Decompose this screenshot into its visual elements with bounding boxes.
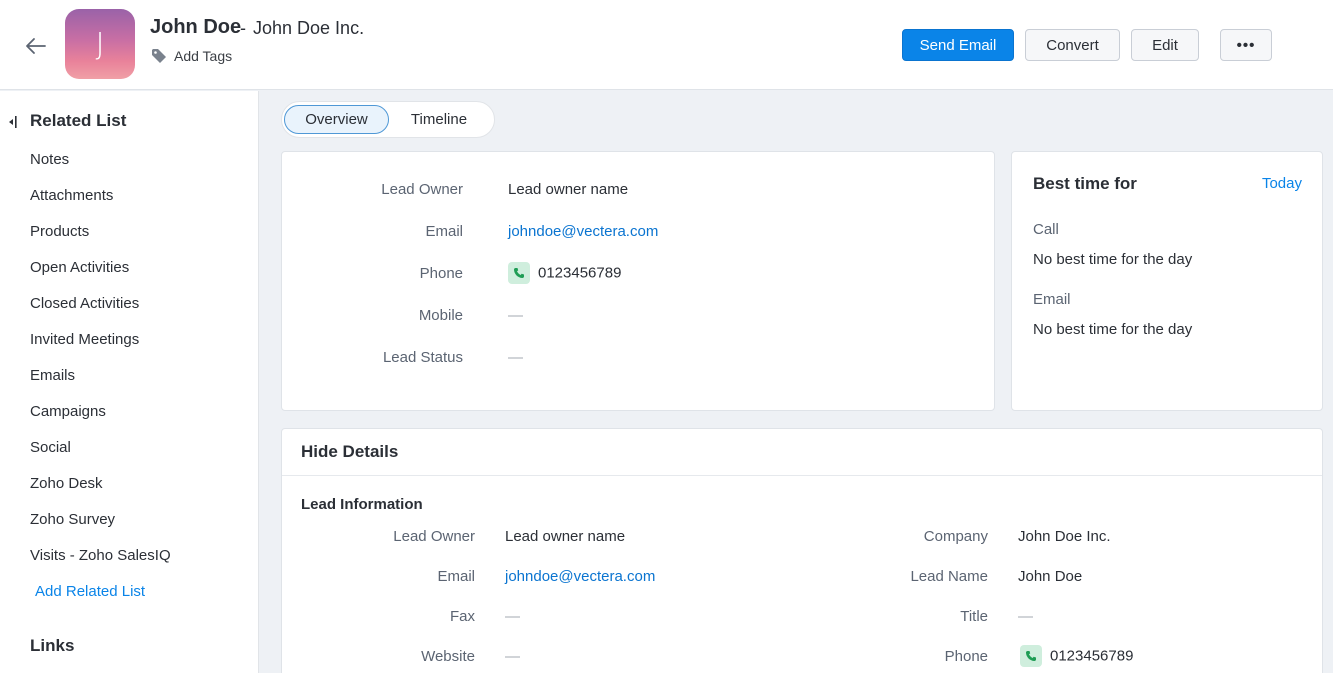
field-label: Lead Owner (393, 528, 475, 545)
related-list-item[interactable]: Emails (30, 366, 171, 402)
website-value: — (505, 648, 520, 665)
related-list-item[interactable]: Closed Activities (30, 294, 171, 330)
related-list-title: Related List (30, 111, 127, 130)
title-value: — (1018, 608, 1033, 625)
best-time-today-selector[interactable]: Today (1262, 175, 1302, 192)
related-list-item[interactable]: Products (30, 222, 171, 258)
phone-number: 0123456789 (1050, 647, 1134, 665)
send-email-button[interactable]: Send Email (902, 29, 1014, 61)
record-name: John Doe (150, 16, 242, 38)
related-list-item[interactable]: Open Activities (30, 258, 171, 294)
overview-card: Lead Owner Lead owner name Email johndoe… (281, 151, 995, 411)
field-label: Mobile (418, 307, 463, 324)
related-list-item[interactable]: Social (30, 438, 171, 474)
field-label: Title (960, 608, 988, 625)
field-label: Phone (944, 648, 988, 665)
lead-status-value: — (508, 349, 523, 366)
name-separator: - (240, 18, 246, 38)
add-related-list-link[interactable]: Add Related List (35, 583, 145, 600)
view-tabs: Overview Timeline (281, 101, 495, 138)
tag-icon (152, 49, 166, 63)
collapse-sidebar-icon[interactable] (8, 115, 18, 129)
details-card: Hide Details Lead Information Lead Owner… (281, 428, 1323, 673)
more-options-button[interactable]: ••• (1220, 29, 1272, 61)
field-label: Company (923, 528, 988, 545)
field-label: Lead Status (382, 349, 463, 366)
details-header: Hide Details (282, 429, 1322, 476)
add-tags-button[interactable]: Add Tags (151, 48, 232, 64)
field-label: Phone (419, 265, 463, 282)
related-list-item[interactable]: Zoho Survey (30, 510, 171, 546)
best-time-email-label: Email (1033, 291, 1071, 308)
company-value: John Doe Inc. (1018, 528, 1111, 545)
related-list-item[interactable]: Attachments (30, 186, 171, 222)
avatar[interactable]: J (65, 9, 135, 79)
field-label: Email (425, 223, 463, 240)
field-label: Website (421, 648, 475, 665)
best-time-call-value: No best time for the day (1033, 251, 1193, 268)
email-link[interactable]: johndoe@vectera.com (505, 568, 655, 585)
best-time-title: Best time for (1033, 174, 1137, 193)
fax-value: — (505, 608, 520, 625)
phone-value-row: 0123456789 (1020, 645, 1133, 667)
tab-overview[interactable]: Overview (284, 105, 389, 134)
back-arrow-icon[interactable] (24, 34, 48, 58)
best-time-call-label: Call (1033, 221, 1059, 238)
phone-number: 0123456789 (538, 264, 622, 282)
links-title: Links (30, 636, 75, 655)
lead-name-value: John Doe (1018, 568, 1083, 585)
related-list-items: Notes Attachments Products Open Activiti… (30, 150, 171, 582)
related-list-item[interactable]: Notes (30, 150, 171, 186)
phone-value-row: 0123456789 (508, 262, 621, 284)
add-tags-label: Add Tags (174, 48, 233, 64)
mobile-value: — (508, 307, 523, 324)
field-label: Email (437, 568, 475, 585)
lead-owner-value: Lead owner name (508, 181, 629, 198)
tab-timeline[interactable]: Timeline (394, 105, 484, 134)
best-time-card: Best time for Today Call No best time fo… (1011, 151, 1323, 411)
phone-call-icon[interactable] (1020, 645, 1042, 667)
related-list-item[interactable]: Zoho Desk (30, 474, 171, 510)
hide-details-toggle[interactable]: Hide Details (301, 442, 398, 462)
field-label: Fax (449, 608, 475, 625)
related-list-item[interactable]: Visits - Zoho SalesIQ (30, 546, 171, 582)
edit-button[interactable]: Edit (1131, 29, 1199, 61)
email-link[interactable]: johndoe@vectera.com (508, 223, 658, 240)
best-time-email-value: No best time for the day (1033, 321, 1193, 338)
related-list-sidebar: Related List Notes Attachments Products … (0, 91, 259, 673)
lead-owner-value: Lead owner name (505, 528, 626, 545)
lead-information-heading: Lead Information (301, 496, 423, 513)
related-list-item[interactable]: Invited Meetings (30, 330, 171, 366)
phone-call-icon[interactable] (508, 262, 530, 284)
field-label: Lead Owner (381, 181, 463, 198)
avatar-initial: J (95, 26, 105, 62)
record-header: J John Doe - John Doe Inc. Add Tags Send… (0, 0, 1333, 90)
field-label: Lead Name (910, 568, 988, 585)
convert-button[interactable]: Convert (1025, 29, 1120, 61)
record-company: John Doe Inc. (253, 18, 365, 38)
related-list-item[interactable]: Campaigns (30, 402, 171, 438)
